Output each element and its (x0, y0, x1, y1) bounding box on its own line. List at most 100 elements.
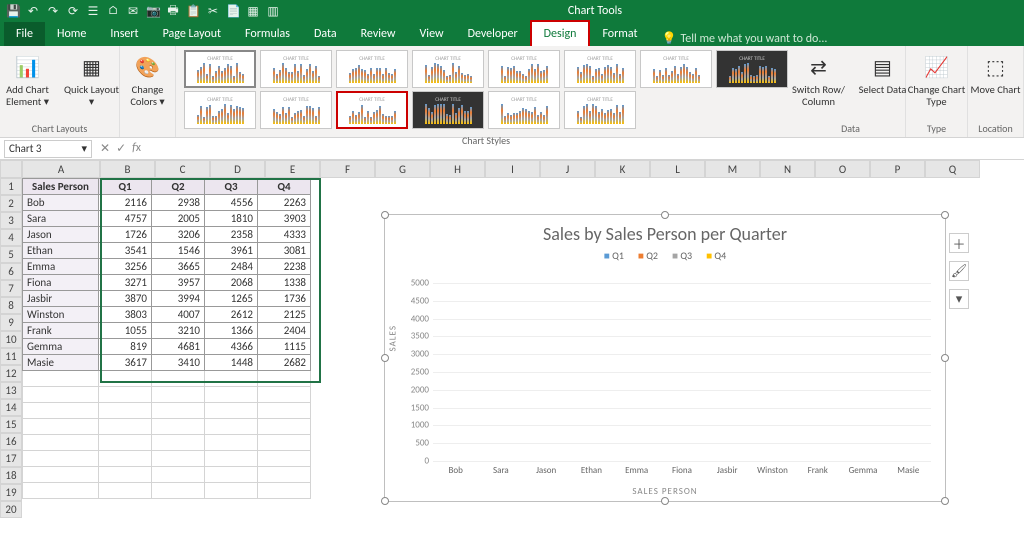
qat-button[interactable]: ▦ (246, 4, 260, 19)
column-headers[interactable]: ABCDEFGHIJKLMNOPQ (0, 160, 980, 178)
embedded-chart[interactable]: ＋ 🖌 ▾ Sales by Sales Person per Quarter … (384, 214, 946, 502)
col-header[interactable]: G (375, 160, 430, 178)
col-header[interactable]: Q (925, 160, 980, 178)
style-thumb[interactable]: CHART TITLE (640, 50, 712, 88)
row-header[interactable]: 18 (0, 467, 22, 484)
style-thumb[interactable]: CHART TITLE (184, 50, 256, 88)
tab-page-layout[interactable]: Page Layout (151, 22, 233, 46)
qat-button[interactable]: ⟳ (66, 4, 80, 19)
col-header[interactable]: F (320, 160, 375, 178)
style-thumb[interactable]: CHART TITLE (488, 50, 560, 88)
tab-format[interactable]: Format (590, 22, 649, 46)
row-header[interactable]: 2 (0, 195, 22, 212)
tab-formulas[interactable]: Formulas (233, 22, 302, 46)
qat-button[interactable]: ⌂ (106, 4, 120, 18)
qat-button[interactable]: 📄 (226, 4, 240, 19)
change-colors-button[interactable]: 🎨Change Colors ▾ (119, 50, 177, 107)
col-header[interactable]: L (650, 160, 705, 178)
col-header[interactable]: H (430, 160, 485, 178)
row-header[interactable]: 15 (0, 416, 22, 433)
style-thumb[interactable]: CHART TITLE (412, 91, 484, 129)
col-header[interactable]: N (760, 160, 815, 178)
row-header[interactable]: 5 (0, 246, 22, 263)
row-header[interactable]: 19 (0, 484, 22, 501)
chart-styles-gallery[interactable]: CHART TITLECHART TITLECHART TITLECHART T… (176, 46, 796, 137)
enter-icon[interactable]: ✓ (116, 141, 126, 156)
select-data-button[interactable]: ▤Select Data (854, 50, 912, 107)
chart-styles-button[interactable]: 🖌 (949, 261, 969, 281)
cancel-icon[interactable]: ✕ (100, 141, 110, 156)
row-header[interactable]: 17 (0, 450, 22, 467)
col-header[interactable]: I (485, 160, 540, 178)
chart-filters-button[interactable]: ▾ (949, 289, 969, 309)
qat-button[interactable]: 📷 (146, 4, 160, 19)
style-thumb[interactable]: CHART TITLE (716, 50, 788, 88)
data-table[interactable]: Sales PersonQ1Q2Q3Q4Bob2116293845562263S… (22, 178, 311, 499)
row-header[interactable]: 20 (0, 501, 22, 518)
qat-button[interactable]: ↶ (26, 4, 40, 19)
chart-title[interactable]: Sales by Sales Person per Quarter (385, 215, 945, 249)
row-header[interactable]: 16 (0, 433, 22, 450)
tab-design[interactable]: Design (530, 20, 591, 46)
row-header[interactable]: 9 (0, 314, 22, 331)
row-header[interactable]: 12 (0, 365, 22, 382)
qat-button[interactable]: 📋 (186, 4, 200, 19)
row-header[interactable]: 8 (0, 297, 22, 314)
tab-home[interactable]: Home (45, 22, 98, 46)
add-chart-element-button[interactable]: 📊Add Chart Element ▾ (0, 50, 57, 107)
style-thumb[interactable]: CHART TITLE (564, 50, 636, 88)
plot-area[interactable]: BobSaraJasonEthanEmmaFionaJasbirWinstonF… (433, 283, 931, 461)
tab-view[interactable]: View (408, 22, 456, 46)
style-thumb[interactable]: CHART TITLE (488, 91, 560, 129)
row-header[interactable]: 4 (0, 229, 22, 246)
tab-developer[interactable]: Developer (456, 22, 530, 46)
row-header[interactable]: 13 (0, 382, 22, 399)
style-thumb[interactable]: CHART TITLE (336, 91, 408, 129)
chevron-down-icon[interactable]: ▾ (81, 142, 87, 155)
col-header[interactable]: O (815, 160, 870, 178)
name-box[interactable]: Chart 3▾ (4, 140, 92, 158)
row-header[interactable]: 3 (0, 212, 22, 229)
row-header[interactable]: 7 (0, 280, 22, 297)
chart-legend[interactable]: Q1 Q2 Q3 Q4 (385, 249, 945, 266)
move-chart-button[interactable]: ⬚Move Chart (967, 50, 1024, 96)
row-headers[interactable]: 1234567891011121314151617181920 (0, 178, 22, 518)
style-thumb[interactable]: CHART TITLE (564, 91, 636, 129)
tab-file[interactable]: File (4, 22, 45, 46)
tab-review[interactable]: Review (349, 22, 408, 46)
col-header[interactable]: J (540, 160, 595, 178)
qat-button[interactable]: 💾 (6, 4, 20, 19)
qat-button[interactable]: ✂ (206, 4, 220, 19)
qat-button[interactable]: ☰ (86, 4, 100, 19)
qat-button[interactable]: 🖶 (166, 1, 180, 22)
fx-icon[interactable]: fx (132, 141, 141, 156)
col-header[interactable]: K (595, 160, 650, 178)
col-header[interactable]: E (265, 160, 320, 178)
style-thumb[interactable]: CHART TITLE (260, 91, 332, 129)
row-header[interactable]: 6 (0, 263, 22, 280)
col-header[interactable]: C (155, 160, 210, 178)
col-header[interactable]: A (22, 160, 100, 178)
row-header[interactable]: 1 (0, 178, 22, 195)
style-thumb[interactable]: CHART TITLE (412, 50, 484, 88)
row-header[interactable]: 10 (0, 331, 22, 348)
row-header[interactable]: 11 (0, 348, 22, 365)
qat-button[interactable]: ▥ (266, 4, 280, 19)
tab-insert[interactable]: Insert (98, 22, 150, 46)
col-header[interactable]: D (210, 160, 265, 178)
qat-button[interactable]: ✉ (126, 4, 140, 19)
tab-data[interactable]: Data (302, 22, 349, 46)
tell-me-search[interactable]: 💡 Tell me what you want to do... (662, 31, 828, 46)
switch-row-column-button[interactable]: ⇄Switch Row/ Column (790, 50, 848, 107)
style-thumb[interactable]: CHART TITLE (184, 91, 256, 129)
col-header[interactable]: B (100, 160, 155, 178)
style-thumb[interactable]: CHART TITLE (260, 50, 332, 88)
col-header[interactable]: P (870, 160, 925, 178)
col-header[interactable]: M (705, 160, 760, 178)
row-header[interactable]: 14 (0, 399, 22, 416)
chart-elements-button[interactable]: ＋ (949, 233, 969, 253)
quick-layout-button[interactable]: ▦Quick Layout ▾ (63, 50, 121, 107)
qat-button[interactable]: ↷ (46, 4, 60, 19)
style-thumb[interactable]: CHART TITLE (336, 50, 408, 88)
change-chart-type-button[interactable]: 📈Change Chart Type (908, 50, 966, 107)
